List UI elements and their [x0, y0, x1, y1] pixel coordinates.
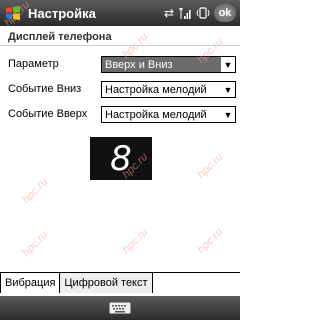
- event-down-value: Настройка мелодий: [105, 83, 207, 96]
- watermark: hpc.ru: [120, 225, 151, 257]
- watermark: hpc.ru: [195, 150, 226, 182]
- form-row-event-up: Событие Вверх: [8, 105, 101, 123]
- signal-icon[interactable]: [178, 7, 192, 19]
- event-down-dropdown[interactable]: Настройка мелодий ▼: [101, 81, 236, 98]
- system-tray: ⇄ ok: [164, 4, 236, 22]
- keyboard-icon: [109, 302, 131, 314]
- window-title: Настройка: [28, 5, 96, 21]
- watermark: hpc.ru: [20, 228, 51, 260]
- form-row-event-down: Событие Вниз: [8, 80, 101, 98]
- form-row-parameter: Параметр: [8, 55, 101, 73]
- tab-vibration[interactable]: Вибрация: [0, 273, 61, 293]
- chevron-down-icon[interactable]: ▼: [221, 82, 235, 97]
- bottom-bar: [0, 296, 240, 320]
- chevron-down-icon[interactable]: ▼: [221, 107, 235, 122]
- parameter-value: Вверх и Вниз: [105, 58, 173, 71]
- chevron-down-icon[interactable]: ▼: [221, 57, 235, 72]
- event-down-label: Событие Вниз: [8, 83, 82, 95]
- event-up-label: Событие Вверх: [8, 108, 88, 120]
- section-divider: [0, 45, 240, 46]
- tab-strip: Вибрация Цифровой текст: [0, 273, 153, 293]
- keyboard-button[interactable]: [103, 299, 137, 317]
- parameter-label: Параметр: [8, 58, 59, 70]
- parameter-dropdown[interactable]: Вверх и Вниз ▼: [101, 56, 236, 73]
- watermark: hpc.ru: [195, 225, 226, 257]
- tab-digital-text[interactable]: Цифровой текст: [60, 273, 153, 293]
- watermark: hpc.ru: [20, 175, 51, 207]
- ok-button[interactable]: ok: [214, 4, 236, 22]
- event-up-value: Настройка мелодий: [105, 108, 207, 121]
- title-bar: Настройка ⇄ ok: [0, 0, 240, 26]
- connectivity-icon[interactable]: ⇄: [164, 7, 174, 19]
- vibrate-icon[interactable]: [196, 7, 210, 19]
- event-up-dropdown[interactable]: Настройка мелодий ▼: [101, 106, 236, 123]
- section-header: Дисплей телефона: [8, 31, 112, 43]
